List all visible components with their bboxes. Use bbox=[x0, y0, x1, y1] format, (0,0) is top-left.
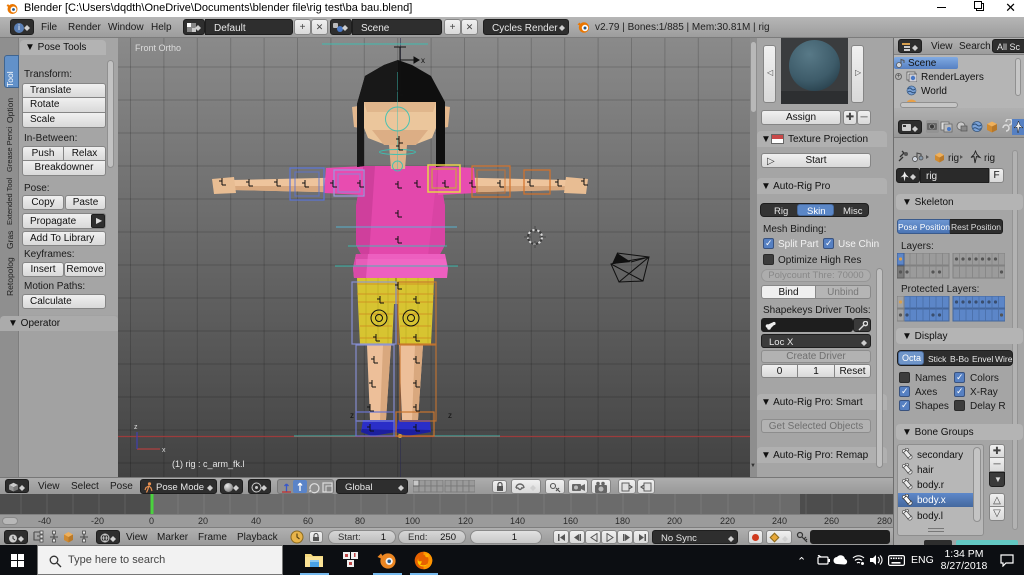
svg-text:z: z bbox=[134, 424, 138, 431]
svg-text:rig: rig bbox=[984, 153, 995, 164]
svg-text:x: x bbox=[162, 447, 166, 454]
svg-text:z: z bbox=[350, 411, 354, 420]
svg-text:z: z bbox=[448, 411, 452, 420]
svg-text:x: x bbox=[421, 56, 425, 65]
svg-text:rig: rig bbox=[948, 153, 959, 164]
